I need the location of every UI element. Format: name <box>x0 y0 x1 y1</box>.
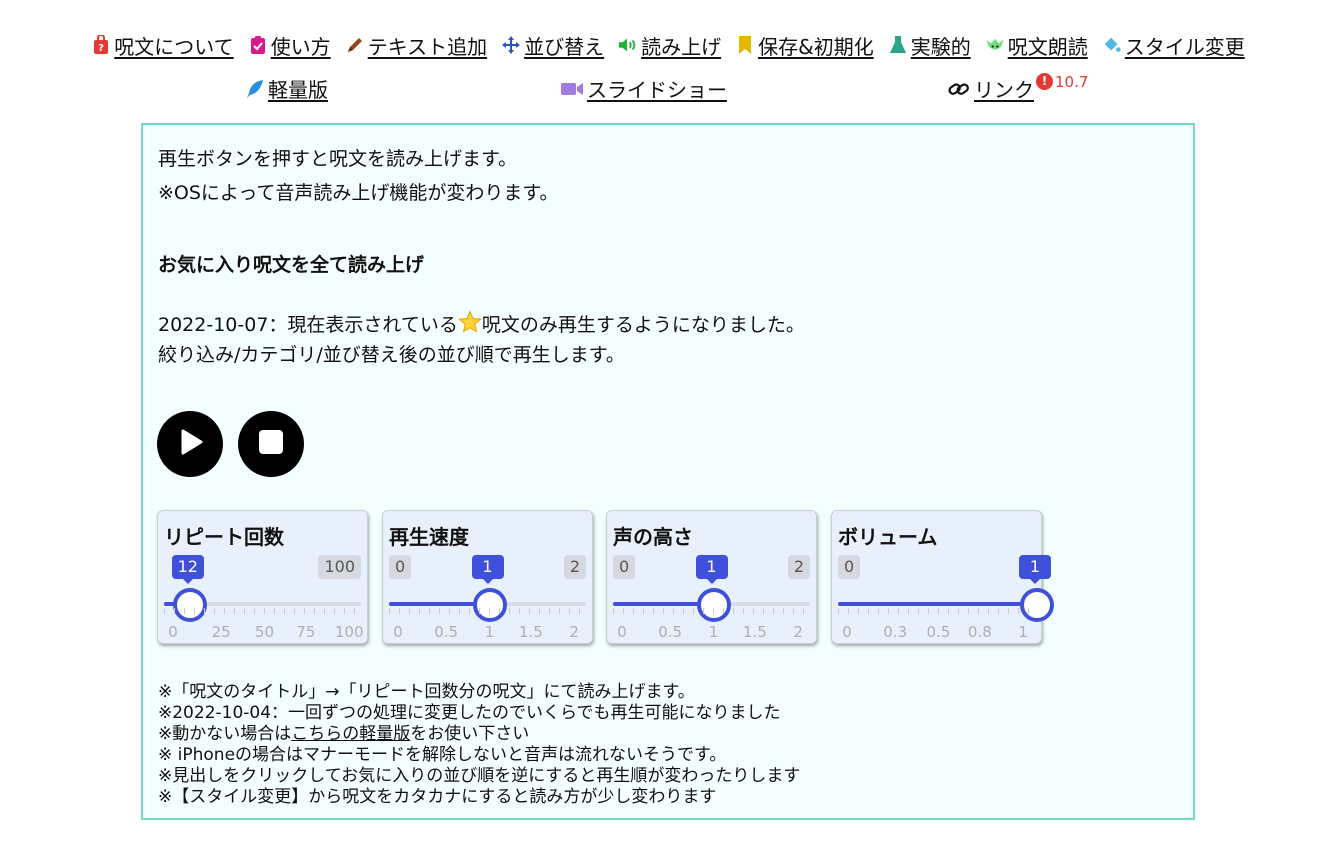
nav-experimental[interactable]: 実験的 <box>888 30 971 60</box>
speaker-icon <box>618 35 638 55</box>
slider-max-label: 100 <box>318 555 361 579</box>
slider-track[interactable] <box>389 588 586 622</box>
alert-icon: ! <box>1036 72 1053 90</box>
slider-min-label: 0 <box>613 555 636 579</box>
slider-handle[interactable] <box>696 588 731 622</box>
svg-text:?: ? <box>98 43 104 54</box>
flask-icon <box>888 35 908 55</box>
stop-button[interactable] <box>238 411 304 477</box>
slider-min-label: 0 <box>838 555 861 579</box>
slider-track[interactable] <box>838 588 1054 622</box>
main-nav: ? 呪文について 使い方 テキスト追加 並び替え 読み上げ 保存&初期化 実験的… <box>0 30 1336 60</box>
nav-usage[interactable]: 使い方 <box>248 30 331 60</box>
order-note: 絞り込み/カテゴリ/並び替え後の並び順で再生します。 <box>158 344 625 366</box>
lite-version-link[interactable]: こちらの軽量版 <box>291 724 410 744</box>
secondary-nav: 軽量版 スライドショー リンク ! 10.7 <box>0 72 1336 104</box>
slider-pitch: 声の高さ 0 2 1 0 0.5 1 1.5 2 <box>606 510 817 644</box>
update-note: 2022-10-07：現在表示されている 呪文のみ再生するようになりました。 <box>158 310 805 339</box>
nav-save-reset[interactable]: 保存&初期化 <box>735 30 874 60</box>
slider-max-label: 2 <box>563 555 586 579</box>
slider-track[interactable] <box>613 588 810 622</box>
video-icon <box>560 79 584 99</box>
nav-about[interactable]: ? 呪文について <box>91 30 234 60</box>
notes-list: ※「呪文のタイトル」→「リピート回数分の呪文」にて読み上げます。 ※2022-1… <box>158 682 800 808</box>
intro-line-2: ※OSによって音声読み上げ機能が変わります。 <box>158 182 559 204</box>
slider-repeat-count: リピート回数 100 12 0 25 50 75 100 <box>157 510 368 644</box>
note-4: ※ iPhoneの場合はマナーモードを解除しないと音声は流れないそうです。 <box>158 745 727 765</box>
nav-links[interactable]: リンク ! 10.7 <box>947 72 1088 103</box>
nav-slideshow[interactable]: スライドショー <box>560 74 727 103</box>
slider-value: 1 <box>1019 555 1051 584</box>
note-3: ※動かない場合はこちらの軽量版をお使い下さい <box>158 724 530 744</box>
slider-playback-speed: 再生速度 0 2 1 0 0.5 1 1.5 2 <box>382 510 593 644</box>
nav-style-change[interactable]: スタイル変更 <box>1102 30 1245 60</box>
nav-read-aloud[interactable]: 読み上げ <box>618 30 721 60</box>
read-aloud-panel: 再生ボタンを押すと呪文を読み上げます。 ※OSによって音声読み上げ機能が変わりま… <box>141 123 1195 820</box>
play-button[interactable] <box>157 411 223 477</box>
link-icon <box>947 79 971 99</box>
slider-track[interactable] <box>164 588 361 622</box>
slider-value: 1 <box>471 555 504 584</box>
nav-lite-version[interactable]: 軽量版 <box>245 74 328 103</box>
slider-volume: ボリューム 0 1 0 0.3 0.5 0.8 1 <box>831 510 1054 644</box>
star-icon <box>458 310 482 339</box>
move-arrows-icon <box>501 35 521 55</box>
nav-sort[interactable]: 並び替え <box>501 30 604 60</box>
section-heading: お気に入り呪文を全て読み上げ <box>158 254 425 276</box>
note-2: ※2022-10-04：一回ずつの処理に変更したのでいくらでも再生可能になりまし… <box>158 703 781 723</box>
nav-add-text[interactable]: テキスト追加 <box>345 30 487 60</box>
feather-icon <box>245 79 265 99</box>
slider-value: 12 <box>171 555 204 584</box>
play-icon <box>175 427 205 461</box>
note-5: ※見出しをクリックしてお気に入りの並び順を逆にすると再生順が変わったりします <box>158 766 801 786</box>
stop-icon <box>258 429 284 459</box>
paint-bucket-icon <box>1102 35 1122 55</box>
slider-handle[interactable] <box>1020 588 1054 622</box>
note-6: ※【スタイル変更】から呪文をカタカナにすると読み方が少し変わります <box>158 787 717 807</box>
clipboard-check-icon <box>248 35 268 55</box>
character-icon <box>985 35 1005 55</box>
slider-max-label: 2 <box>787 555 810 579</box>
bookmark-icon <box>735 35 755 55</box>
intro-line-1: 再生ボタンを押すと呪文を読み上げます。 <box>158 148 518 170</box>
question-bag-icon: ? <box>91 35 111 55</box>
nav-recitation[interactable]: 呪文朗読 <box>985 30 1088 60</box>
slider-handle[interactable] <box>472 588 507 622</box>
pen-icon <box>345 35 365 55</box>
slider-value: 1 <box>695 555 728 584</box>
version-badge: ! 10.7 <box>1036 72 1088 91</box>
slider-min-label: 0 <box>389 555 412 579</box>
slider-handle[interactable] <box>172 588 207 622</box>
note-1: ※「呪文のタイトル」→「リピート回数分の呪文」にて読み上げます。 <box>158 682 695 702</box>
